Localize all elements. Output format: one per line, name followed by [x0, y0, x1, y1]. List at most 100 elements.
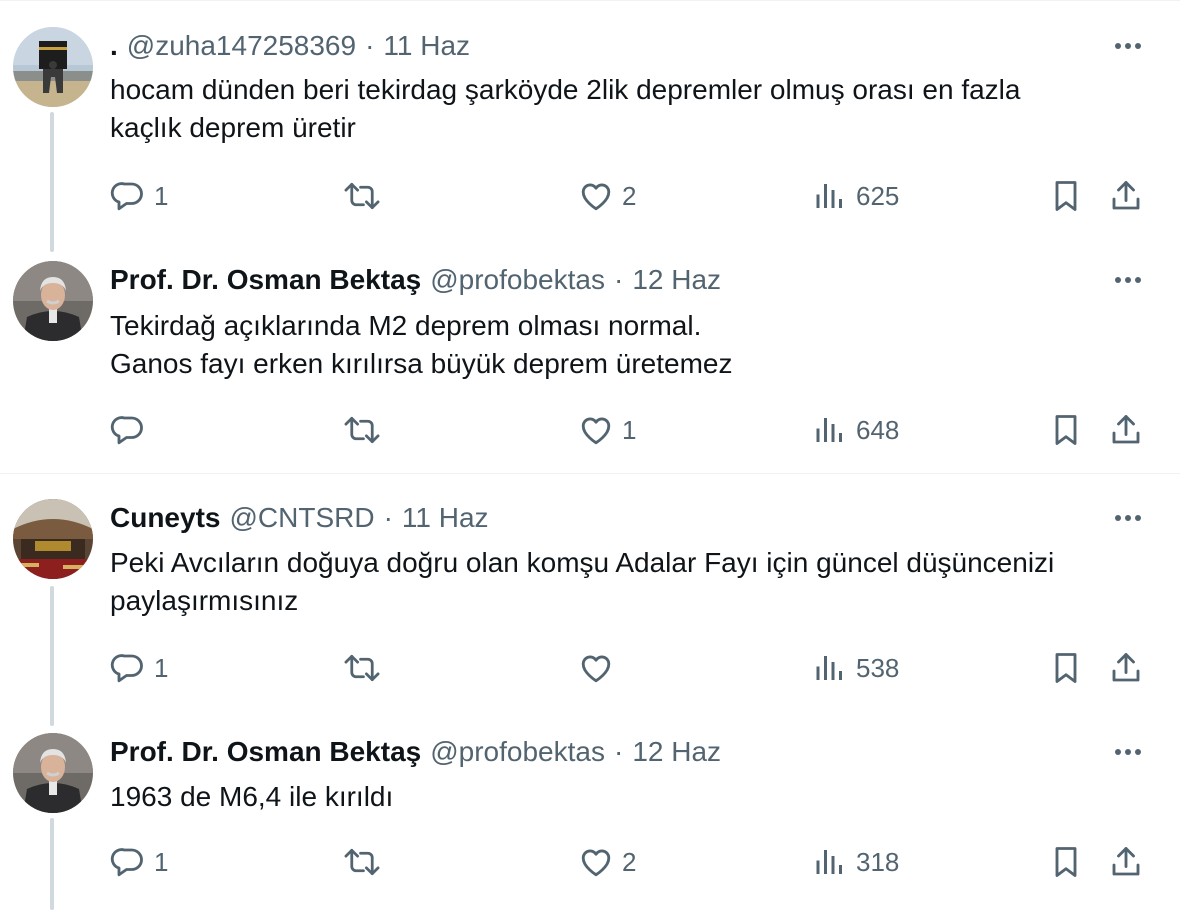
bookmark-button[interactable] — [1048, 176, 1084, 216]
views-button[interactable]: 318 — [812, 842, 899, 882]
retweet-icon — [344, 182, 380, 210]
like-count: 1 — [622, 414, 637, 445]
action-bar: 1 648 — [0, 410, 1180, 450]
views-icon — [816, 850, 842, 874]
display-name[interactable]: . — [110, 30, 118, 62]
like-button[interactable] — [578, 648, 622, 688]
views-button[interactable]: 648 — [812, 410, 899, 450]
tweet-text-line: kaçlık deprem üretir — [110, 112, 356, 143]
retweet-icon — [344, 654, 380, 682]
views-count: 318 — [856, 846, 900, 877]
display-name[interactable]: Prof. Dr. Osman Bektaş — [110, 736, 421, 768]
tweet-date[interactable]: 11 Haz — [383, 30, 470, 62]
share-icon — [1112, 653, 1140, 682]
separator-dot: · — [613, 736, 624, 767]
like-button[interactable]: 1 — [578, 410, 636, 450]
tweet-text: hocam dünden beri tekirdag şarköyde 2lik… — [110, 71, 1155, 147]
bookmark-icon — [1055, 847, 1077, 877]
action-bar: 1 2 625 — [0, 176, 1180, 216]
user-handle[interactable]: @profobektas — [430, 264, 605, 296]
user-handle[interactable]: @profobektas — [430, 736, 605, 768]
share-icon — [1112, 415, 1140, 444]
reply-count: 1 — [154, 180, 169, 211]
tweet-header: Prof. Dr. Osman Bektaş @profobektas · 12… — [110, 262, 721, 298]
tweet-text-line: Ganos fayı erken kırılırsa büyük deprem … — [110, 348, 733, 379]
avatar[interactable] — [13, 499, 93, 579]
heart-icon — [581, 417, 611, 445]
avatar[interactable] — [13, 733, 93, 813]
tweet-header: Cuneyts @CNTSRD · 11 Haz — [110, 500, 489, 536]
bookmark-button[interactable] — [1048, 410, 1084, 450]
views-button[interactable]: 538 — [812, 648, 899, 688]
retweet-icon — [344, 848, 380, 876]
views-count: 625 — [856, 180, 900, 211]
more-icon[interactable] — [1108, 500, 1148, 536]
reply-icon — [110, 654, 143, 683]
share-button[interactable] — [1108, 410, 1144, 450]
more-icon[interactable] — [1108, 262, 1148, 298]
bookmark-button[interactable] — [1048, 648, 1084, 688]
views-count: 648 — [856, 414, 900, 445]
views-icon — [816, 418, 842, 442]
tweet-text: 1963 de M6,4 ile kırıldı — [110, 778, 1155, 816]
top-divider — [0, 0, 1180, 1]
heart-icon — [581, 183, 611, 211]
action-bar: 1 2 318 — [0, 842, 1180, 882]
avatar[interactable] — [13, 27, 93, 107]
tweet-header: Prof. Dr. Osman Bektaş @profobektas · 12… — [110, 734, 721, 770]
retweet-icon — [344, 416, 380, 444]
reply-count: 1 — [154, 846, 169, 877]
views-icon — [816, 184, 842, 208]
share-icon — [1112, 847, 1140, 876]
bookmark-icon — [1055, 653, 1077, 683]
tweet-date[interactable]: 12 Haz — [632, 736, 721, 768]
tweet-text-line: Tekirdağ açıklarında M2 deprem olması no… — [110, 310, 702, 341]
views-count: 538 — [856, 652, 900, 683]
tweet-header: . @zuha147258369 · 11 Haz — [110, 28, 470, 64]
more-icon[interactable] — [1108, 734, 1148, 770]
reply-count: 1 — [154, 652, 169, 683]
views-button[interactable]: 625 — [812, 176, 899, 216]
separator-dot: · — [383, 502, 393, 533]
reply-icon — [110, 182, 143, 211]
like-button[interactable]: 2 — [578, 842, 636, 882]
like-button[interactable]: 2 — [578, 176, 636, 216]
share-button[interactable] — [1108, 176, 1144, 216]
reply-icon — [110, 848, 143, 877]
avatar[interactable] — [13, 261, 93, 341]
reply-button[interactable]: 1 — [110, 176, 168, 216]
share-button[interactable] — [1108, 648, 1144, 688]
tweet-date[interactable]: 11 Haz — [402, 502, 489, 534]
tweet-text: Tekirdağ açıklarında M2 deprem olması no… — [110, 307, 1155, 383]
action-bar: 1 538 — [0, 648, 1180, 688]
bookmark-icon — [1055, 181, 1077, 211]
bookmark-button[interactable] — [1048, 842, 1084, 882]
views-icon — [816, 656, 842, 680]
share-button[interactable] — [1108, 842, 1144, 882]
retweet-button[interactable] — [343, 176, 389, 216]
tweet-text: Peki Avcıların doğuya doğru olan komşu A… — [110, 544, 1155, 620]
user-handle[interactable]: @zuha147258369 — [127, 30, 356, 62]
retweet-button[interactable] — [343, 842, 389, 882]
display-name[interactable]: Prof. Dr. Osman Bektaş — [110, 264, 421, 296]
tweet-text-line: paylaşırmısınız — [110, 585, 299, 616]
retweet-button[interactable] — [343, 410, 389, 450]
tweet-text-line: 1963 de M6,4 ile kırıldı — [110, 781, 394, 812]
retweet-button[interactable] — [343, 648, 389, 688]
reply-button[interactable]: 1 — [110, 648, 168, 688]
user-handle[interactable]: @CNTSRD — [229, 502, 374, 534]
reply-button[interactable]: 1 — [110, 842, 168, 882]
like-count: 2 — [622, 180, 637, 211]
reply-icon — [110, 416, 143, 445]
more-icon[interactable] — [1108, 28, 1148, 64]
reply-button[interactable] — [110, 410, 154, 450]
separator-dot: · — [613, 264, 624, 295]
heart-icon — [581, 655, 611, 683]
tweet-text-line: Peki Avcıların doğuya doğru olan komşu A… — [110, 547, 1055, 578]
tweet-text-line: hocam dünden beri tekirdag şarköyde 2lik… — [110, 74, 1021, 105]
tweet-date[interactable]: 12 Haz — [632, 264, 721, 296]
bookmark-icon — [1055, 415, 1077, 445]
display-name[interactable]: Cuneyts — [110, 502, 220, 534]
share-icon — [1112, 181, 1140, 210]
separator-dot: · — [365, 30, 375, 61]
